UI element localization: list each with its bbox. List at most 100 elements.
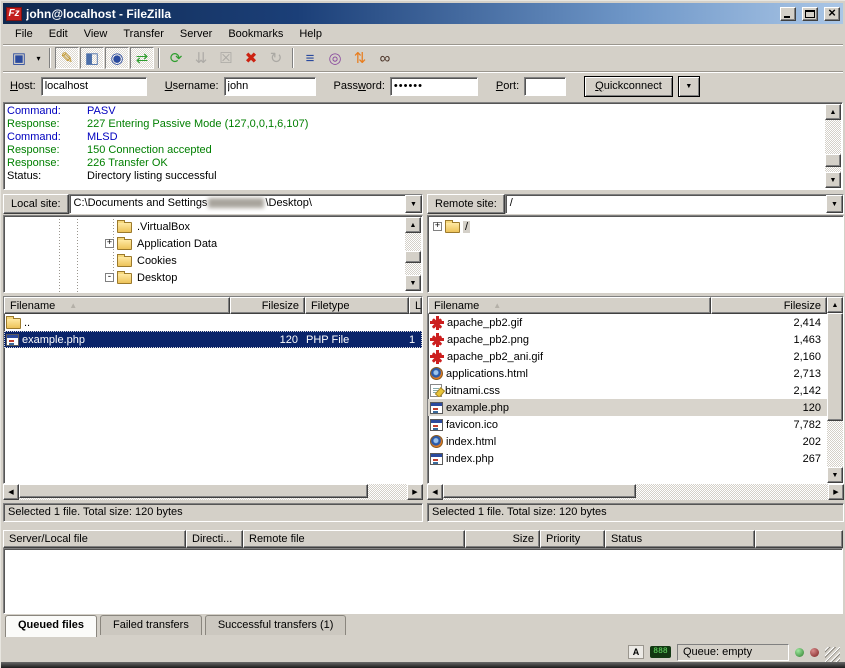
tab-failed-transfers[interactable]: Failed transfers — [100, 615, 202, 635]
toolbar-button[interactable]: ✖ — [239, 47, 263, 69]
quickconnect-dropdown-icon[interactable]: ▼ — [678, 76, 700, 97]
resize-grip[interactable] — [825, 647, 840, 662]
chevron-down-icon[interactable]: ▼ — [826, 195, 843, 213]
menu-item[interactable]: File — [7, 26, 41, 42]
local-path-combo[interactable]: C:\Documents and Settings\Desktop\ ▼ — [69, 194, 423, 214]
chevron-down-icon[interactable]: ▼ — [405, 195, 422, 213]
tree-item[interactable]: + / — [428, 218, 843, 235]
remote-directory-tree[interactable]: + / — [427, 215, 844, 293]
tree-expander[interactable]: - — [105, 273, 114, 282]
file-row[interactable]: bitnami.css 2,142 — [428, 382, 827, 399]
scroll-left-icon[interactable]: ◀ — [3, 484, 19, 500]
tree-item[interactable]: - Desktop — [4, 269, 422, 286]
log-scrollbar[interactable]: ▲ ▼ — [825, 104, 841, 188]
quickconnect-button[interactable]: Quickconnect — [584, 76, 673, 97]
column-header-filesize[interactable]: Filesize — [711, 297, 827, 314]
toolbar-button[interactable]: ⟳ — [164, 47, 188, 69]
column-header-filename[interactable]: Filename▲ — [4, 297, 230, 314]
remote-path-combo[interactable]: / ▼ — [505, 194, 844, 214]
port-input[interactable] — [524, 77, 566, 96]
toolbar-button[interactable]: ◎ — [323, 47, 347, 69]
local-directory-tree[interactable]: .VirtualBox + Application Data Cookies - — [3, 215, 423, 293]
scrollbar-thumb[interactable] — [443, 484, 636, 498]
title-bar[interactable]: Fz john@localhost - FileZilla — [3, 3, 843, 24]
column-header-status[interactable]: Status — [605, 530, 755, 548]
file-row[interactable]: apache_pb2.gif 2,414 — [428, 314, 827, 331]
toolbar-button[interactable] — [49, 48, 51, 68]
scroll-left-icon[interactable]: ◀ — [427, 484, 443, 500]
close-button[interactable] — [824, 7, 840, 21]
toolbar-button[interactable]: ⇊ — [189, 47, 213, 69]
file-row[interactable]: apache_pb2_ani.gif 2,160 — [428, 348, 827, 365]
scroll-down-icon[interactable]: ▼ — [405, 275, 421, 291]
column-header-server-local-file[interactable]: Server/Local file — [3, 530, 186, 548]
local-horizontal-scrollbar[interactable]: ◀ ▶ — [3, 484, 423, 500]
file-row[interactable]: applications.html 2,713 — [428, 365, 827, 382]
column-header-size[interactable]: Size — [465, 530, 540, 548]
speed-limit-icon[interactable]: 888 — [650, 646, 671, 658]
file-row[interactable]: favicon.ico 7,782 — [428, 416, 827, 433]
menu-item[interactable]: Transfer — [115, 26, 172, 42]
tree-expander[interactable]: + — [433, 222, 442, 231]
menu-item[interactable]: View — [76, 26, 116, 42]
scrollbar-thumb[interactable] — [19, 484, 368, 498]
column-header-lastmodified[interactable]: L — [409, 297, 422, 314]
column-header-filetype[interactable]: Filetype — [305, 297, 409, 314]
file-row[interactable]: example.php 120 PHP File 1 — [4, 331, 422, 348]
transfer-type-indicator-icon[interactable]: A — [628, 645, 644, 659]
column-header-remote-file[interactable]: Remote file — [243, 530, 465, 548]
scroll-right-icon[interactable]: ▶ — [407, 484, 423, 500]
scroll-up-icon[interactable]: ▲ — [405, 217, 421, 233]
maximize-button[interactable] — [802, 7, 818, 21]
toolbar-button[interactable]: ↻ — [264, 47, 288, 69]
username-input[interactable] — [224, 77, 316, 96]
scroll-right-icon[interactable]: ▶ — [828, 484, 844, 500]
menu-item[interactable]: Server — [172, 26, 220, 42]
tree-item[interactable]: .VirtualBox — [4, 218, 422, 235]
menu-item[interactable]: Help — [291, 26, 330, 42]
tab-successful-transfers[interactable]: Successful transfers (1) — [205, 615, 347, 635]
toolbar-button[interactable]: ◉ — [105, 47, 129, 69]
column-header-filesize[interactable]: Filesize — [230, 297, 305, 314]
scroll-down-icon[interactable]: ▼ — [825, 172, 841, 188]
scrollbar-thumb[interactable] — [405, 251, 421, 263]
toolbar-button[interactable]: ✎ — [55, 47, 79, 69]
toolbar-button[interactable]: ☒ — [214, 47, 238, 69]
remote-list-scrollbar[interactable]: ▲ ▼ — [827, 297, 843, 483]
column-header-priority[interactable]: Priority — [540, 530, 605, 548]
remote-file-list[interactable]: Filename▲ Filesize apache_pb2.gif 2,414 … — [427, 296, 844, 484]
toolbar-button[interactable] — [292, 48, 294, 68]
tree-item[interactable]: + Application Data — [4, 235, 422, 252]
scroll-up-icon[interactable]: ▲ — [827, 297, 843, 313]
scroll-down-icon[interactable]: ▼ — [827, 467, 843, 483]
toolbar-button[interactable]: ⇄ — [130, 47, 154, 69]
host-input[interactable] — [41, 77, 147, 96]
file-row[interactable]: .. — [4, 314, 422, 331]
toolbar-button[interactable]: ▣ — [7, 47, 31, 69]
scrollbar-thumb[interactable] — [825, 154, 841, 167]
tree-item[interactable]: Cookies — [4, 252, 422, 269]
toolbar-button[interactable]: ▾ — [32, 47, 45, 69]
local-file-list[interactable]: Filename▲ Filesize Filetype L .. example… — [3, 296, 423, 484]
menu-item[interactable]: Bookmarks — [220, 26, 291, 42]
scrollbar-thumb[interactable] — [827, 313, 843, 421]
column-header-filename[interactable]: Filename▲ — [428, 297, 711, 314]
tree-expander[interactable]: + — [105, 239, 114, 248]
column-header-direction[interactable]: Directi... — [186, 530, 243, 548]
password-input[interactable] — [390, 77, 478, 96]
message-log[interactable]: Command: PASV Response: 227 Entering Pas… — [3, 102, 843, 190]
toolbar-button[interactable]: ∞ — [373, 47, 397, 69]
toolbar-button[interactable]: ≡ — [298, 47, 322, 69]
menu-item[interactable]: Edit — [41, 26, 76, 42]
remote-horizontal-scrollbar[interactable]: ◀ ▶ — [427, 484, 844, 500]
tab-queued-files[interactable]: Queued files — [5, 615, 97, 637]
minimize-button[interactable] — [780, 7, 796, 21]
scroll-up-icon[interactable]: ▲ — [825, 104, 841, 120]
transfer-queue-list[interactable] — [3, 548, 843, 614]
file-row[interactable]: example.php 120 — [428, 399, 827, 416]
toolbar-button[interactable]: ⇅ — [348, 47, 372, 69]
toolbar-button[interactable]: ◧ — [80, 47, 104, 69]
file-row[interactable]: index.html 202 — [428, 433, 827, 450]
local-tree-scrollbar[interactable]: ▲ ▼ — [405, 217, 421, 291]
file-row[interactable]: index.php 267 — [428, 450, 827, 467]
